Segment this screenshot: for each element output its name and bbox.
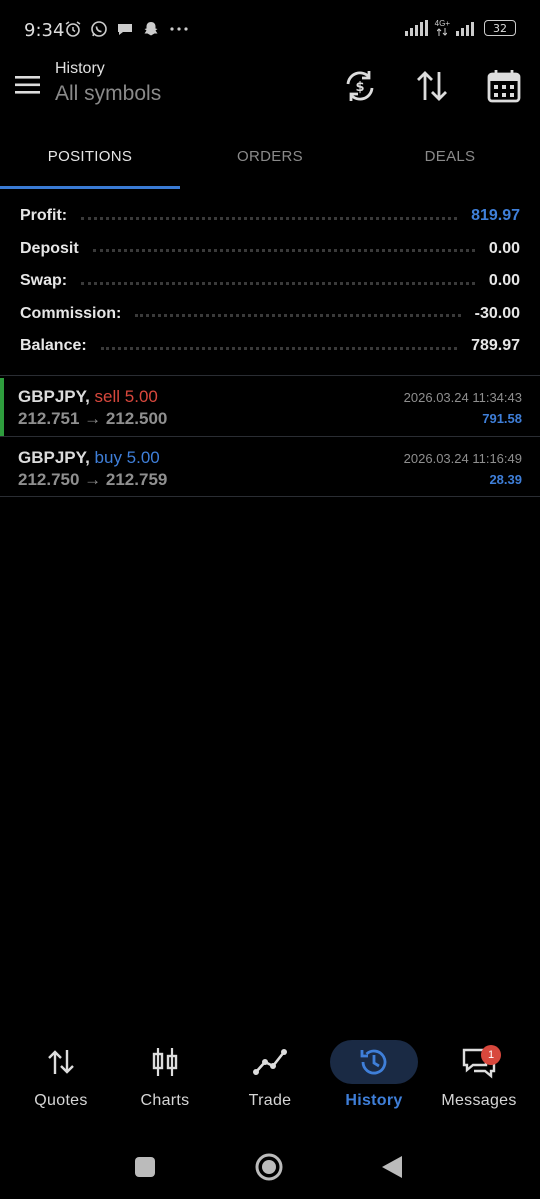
nav-label: History	[345, 1092, 403, 1109]
position-prices: 212.750 → 212.759	[18, 470, 168, 489]
charts-icon	[147, 1044, 183, 1080]
summary-label: Profit:	[20, 207, 68, 225]
summary-row-balance: Balance: 789.97	[0, 330, 540, 363]
nav-messages[interactable]: Messages	[429, 1030, 529, 1120]
menu-icon[interactable]	[14, 73, 42, 97]
summary-panel: Profit: 819.97 Deposit 0.00 Swap: 0.00 C…	[0, 200, 540, 363]
list-item[interactable]: GBPJPY, buy 5.00 212.750 → 212.759 2026.…	[0, 436, 540, 497]
position-profit: 28.39	[489, 472, 522, 487]
dotted-leader	[81, 216, 458, 220]
dotted-leader	[92, 249, 475, 253]
tab-positions[interactable]: POSITIONS	[0, 132, 180, 190]
nav-trade[interactable]: Trade	[220, 1030, 320, 1120]
position-time: 2026.03.24 11:16:49	[403, 451, 522, 466]
home-button[interactable]	[254, 1152, 284, 1182]
summary-row-commission: Commission: -30.00	[0, 298, 540, 331]
position-side: sell 5.00	[94, 387, 158, 406]
whatsapp-icon	[91, 21, 107, 37]
tab-active-indicator	[0, 186, 180, 189]
dotted-leader	[81, 281, 475, 285]
summary-row-swap: Swap: 0.00	[0, 265, 540, 298]
snapchat-icon	[144, 22, 158, 36]
position-symbol: GBPJPY,	[18, 387, 90, 406]
bottom-navigation: Quotes Charts Trade History Messages 1	[0, 1030, 540, 1120]
title-block[interactable]: History All symbols	[55, 60, 161, 106]
system-navigation-bar	[0, 1140, 540, 1196]
calendar-icon[interactable]	[486, 68, 522, 104]
position-time: 2026.03.24 11:34:43	[403, 390, 522, 405]
trade-icon	[252, 1044, 288, 1080]
messages-badge: 1	[481, 1045, 501, 1065]
home-circle-icon	[255, 1153, 283, 1181]
summary-value: 789.97	[471, 337, 520, 355]
sort-icon[interactable]	[414, 68, 450, 104]
position-header: GBPJPY, buy 5.00	[18, 448, 160, 468]
summary-value: 819.97	[471, 207, 520, 225]
dotted-leader	[100, 346, 458, 350]
app-bar: History All symbols $	[0, 56, 540, 120]
battery-indicator: 32	[484, 20, 516, 36]
summary-value: -30.00	[474, 304, 520, 322]
position-profit: 791.58	[482, 411, 522, 426]
back-triangle-icon	[382, 1156, 402, 1178]
nav-quotes[interactable]: Quotes	[11, 1030, 111, 1120]
recent-apps-button[interactable]	[134, 1156, 156, 1178]
nav-charts[interactable]: Charts	[115, 1030, 215, 1120]
position-side: buy 5.00	[94, 448, 160, 467]
summary-row-deposit: Deposit 0.00	[0, 233, 540, 266]
network-type-label: 4G+	[434, 19, 450, 28]
summary-label: Commission:	[20, 304, 122, 322]
svg-text:$: $	[355, 80, 364, 95]
list-item[interactable]: GBPJPY, sell 5.00 212.751 → 212.500 2026…	[0, 375, 540, 436]
summary-label: Swap:	[20, 272, 68, 290]
summary-value: 0.00	[488, 272, 520, 290]
data-arrows-icon	[437, 28, 448, 36]
nav-history[interactable]: History	[324, 1030, 424, 1120]
square-icon	[135, 1157, 155, 1177]
history-icon	[356, 1044, 392, 1080]
page-title: History	[55, 60, 105, 77]
position-header: GBPJPY, sell 5.00	[18, 387, 158, 407]
signal-icon	[404, 20, 428, 36]
status-bar: 9:34 4G+ 32	[0, 0, 540, 60]
summary-label: Deposit	[20, 239, 79, 257]
status-time: 9:34	[24, 20, 65, 41]
summary-label: Balance:	[20, 337, 87, 355]
positions-list: GBPJPY, sell 5.00 212.751 → 212.500 2026…	[0, 375, 540, 497]
summary-value: 0.00	[488, 239, 520, 257]
nav-label: Quotes	[34, 1092, 88, 1109]
tab-bar: POSITIONS ORDERS DEALS	[0, 132, 540, 190]
position-prices: 212.751 → 212.500	[18, 409, 168, 428]
quotes-icon	[43, 1044, 79, 1080]
alarm-icon	[65, 21, 81, 37]
dotted-leader	[135, 314, 461, 318]
nav-label: Charts	[140, 1092, 190, 1109]
signal-icon-2	[456, 22, 474, 36]
tab-orders[interactable]: ORDERS	[180, 132, 360, 190]
back-button[interactable]	[380, 1154, 404, 1180]
summary-row-profit: Profit: 819.97	[0, 200, 540, 233]
position-symbol: GBPJPY,	[18, 448, 90, 467]
more-icon	[170, 27, 188, 31]
sync-currency-icon[interactable]: $	[342, 68, 378, 104]
tab-deals[interactable]: DEALS	[360, 132, 540, 190]
symbol-filter-label: All symbols	[55, 82, 162, 105]
selected-indicator	[0, 378, 4, 436]
chat-bubble-icon	[118, 24, 132, 35]
nav-label: Trade	[248, 1092, 292, 1109]
nav-label: Messages	[441, 1092, 517, 1109]
